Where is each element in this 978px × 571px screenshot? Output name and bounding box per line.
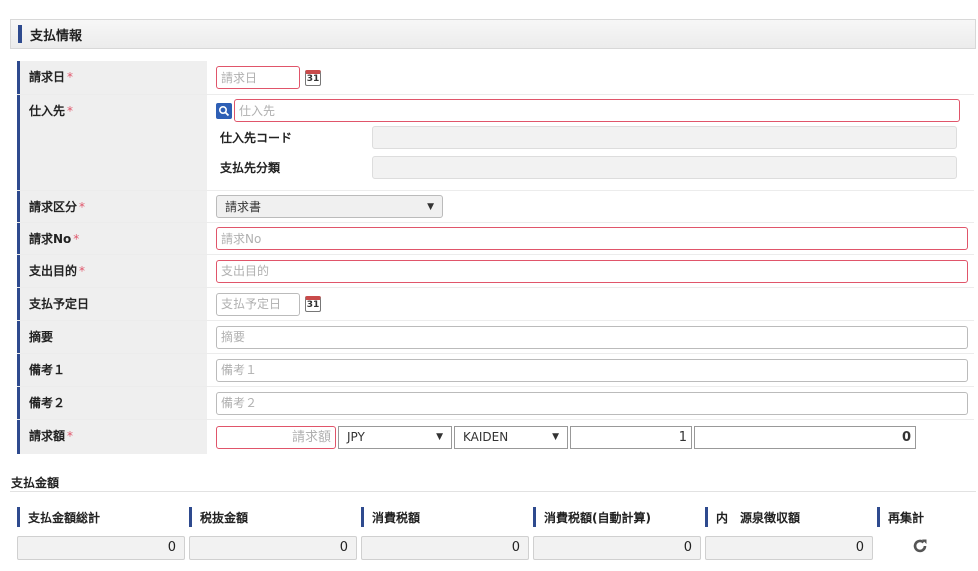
section-accent-bar (18, 25, 22, 43)
row-invoice-date: 請求日* 31 (17, 61, 974, 95)
col-pre-tax: 税抜金額 (189, 507, 361, 527)
remark2-label: 備考２ (17, 387, 207, 419)
payment-due-cell: 31 (207, 288, 974, 320)
currency-value: JPY (347, 430, 365, 444)
payee-category-field (372, 155, 957, 179)
row-supplier: 仕入先* 仕入先コード 支払先分類 (17, 95, 974, 191)
invoice-type-value: 請求書 (225, 200, 262, 214)
remark1-label-text: 備考１ (29, 363, 66, 377)
converted-amount-input[interactable] (694, 425, 916, 449)
invoice-date-label-text: 請求日 (29, 70, 66, 84)
purpose-cell (207, 255, 974, 287)
row-remark1: 備考１ (17, 354, 974, 387)
payment-due-label-text: 支払予定日 (29, 297, 90, 311)
section-title: 支払情報 (30, 28, 83, 44)
required-mark: * (79, 200, 86, 214)
invoice-date-input[interactable] (216, 66, 300, 89)
required-mark: * (73, 232, 80, 246)
col-total-payment: 支払金額総計 (17, 507, 189, 527)
supplier-input-line (216, 99, 974, 122)
invoice-no-label-text: 請求No (29, 232, 72, 246)
remark2-cell (207, 387, 974, 419)
payment-amount-title: 支払金額 (11, 476, 60, 490)
invoice-type-select[interactable]: 請求書 ▼ (216, 195, 443, 218)
invoice-no-cell (207, 223, 974, 254)
row-remark2: 備考２ (17, 387, 974, 420)
payment-divider (10, 491, 976, 492)
required-mark: * (67, 70, 74, 84)
invoice-amount-input[interactable] (216, 425, 336, 449)
chevron-down-icon: ▼ (436, 432, 443, 442)
payment-header-row: 支払金額総計 税抜金額 消費税額 消費税額(自動計算) 内 源泉徴収額 再集計 (17, 505, 974, 529)
row-invoice-no: 請求No * (17, 223, 974, 255)
supplier-code-row: 仕入先コード (216, 122, 974, 152)
remark2-label-text: 備考２ (29, 396, 66, 410)
purpose-input[interactable] (216, 259, 968, 283)
summary-cell (207, 321, 974, 353)
pre-tax-value: 0 (189, 536, 357, 560)
summary-input[interactable] (216, 325, 968, 349)
required-mark: * (79, 264, 86, 278)
supplier-code-field (372, 125, 957, 149)
tax-auto-value: 0 (533, 536, 701, 560)
currency-select[interactable]: JPY ▼ (338, 425, 452, 449)
invoice-amount-label-text: 請求額 (29, 429, 66, 443)
total-payment-value: 0 (17, 536, 185, 560)
col-tax-auto: 消費税額(自動計算) (533, 507, 705, 527)
refresh-icon[interactable] (877, 538, 962, 559)
summary-label-text: 摘要 (29, 330, 54, 344)
purpose-label: 支出目的 * (17, 255, 207, 287)
invoice-type-cell: 請求書 ▼ (207, 191, 974, 222)
invoice-amount-cell: JPY ▼ KAIDEN ▼ (207, 420, 974, 454)
col-withholding: 内 源泉徴収額 (705, 507, 877, 527)
row-invoice-type: 請求区分 * 請求書 ▼ (17, 191, 974, 223)
required-mark: * (67, 104, 74, 118)
row-purpose: 支出目的 * (17, 255, 974, 288)
invoice-no-input[interactable] (216, 227, 968, 250)
payment-amount-grid: 支払金額総計 税抜金額 消費税額 消費税額(自動計算) 内 源泉徴収額 再集計 … (17, 505, 974, 563)
invoice-type-label-text: 請求区分 (29, 200, 78, 214)
payment-due-input[interactable] (216, 292, 300, 316)
supplier-label: 仕入先 * (17, 95, 207, 190)
calendar-icon[interactable]: 31 (305, 69, 321, 86)
withholding-value: 0 (705, 536, 873, 560)
supplier-label-text: 仕入先 (29, 104, 66, 118)
payee-category-row: 支払先分類 (216, 152, 974, 182)
payee-category-label: 支払先分類 (220, 160, 281, 175)
supplier-input[interactable] (234, 99, 960, 122)
payment-due-label: 支払予定日 (17, 288, 207, 320)
row-invoice-amount: 請求額* JPY ▼ KAIDEN ▼ (17, 420, 974, 454)
remark1-input[interactable] (216, 358, 968, 382)
section-header: 支払情報 (10, 19, 976, 49)
remark1-label: 備考１ (17, 354, 207, 386)
invoice-amount-label: 請求額 * (17, 420, 207, 454)
consumption-tax-value: 0 (361, 536, 529, 560)
chevron-down-icon: ▼ (552, 432, 559, 442)
invoice-date-cell: 31 (207, 61, 974, 94)
invoice-no-label: 請求No * (17, 223, 207, 254)
required-mark: * (67, 429, 74, 443)
row-payment-due: 支払予定日 31 (17, 288, 974, 321)
payment-values-row: 0 0 0 0 0 (17, 533, 974, 563)
remark2-input[interactable] (216, 391, 968, 415)
exchange-rate-input[interactable] (570, 425, 692, 449)
search-icon[interactable] (216, 102, 232, 119)
chevron-down-icon: ▼ (427, 201, 434, 212)
row-summary: 摘要 (17, 321, 974, 354)
rate-type-select[interactable]: KAIDEN ▼ (454, 425, 568, 449)
supplier-cell: 仕入先コード 支払先分類 (207, 95, 974, 190)
purpose-label-text: 支出目的 (29, 264, 78, 278)
payment-info-form: 請求日* 31 仕入先* 仕入先コード 支払先分類 (17, 61, 974, 454)
col-consumption-tax: 消費税額 (361, 507, 533, 527)
invoice-type-label: 請求区分 * (17, 191, 207, 222)
remark1-cell (207, 354, 974, 386)
invoice-date-label: 請求日 * (17, 61, 207, 94)
col-recalculate: 再集計 (877, 507, 962, 527)
summary-label: 摘要 (17, 321, 207, 353)
supplier-code-label: 仕入先コード (220, 130, 293, 145)
rate-type-value: KAIDEN (463, 430, 509, 444)
calendar-icon[interactable]: 31 (305, 296, 321, 312)
